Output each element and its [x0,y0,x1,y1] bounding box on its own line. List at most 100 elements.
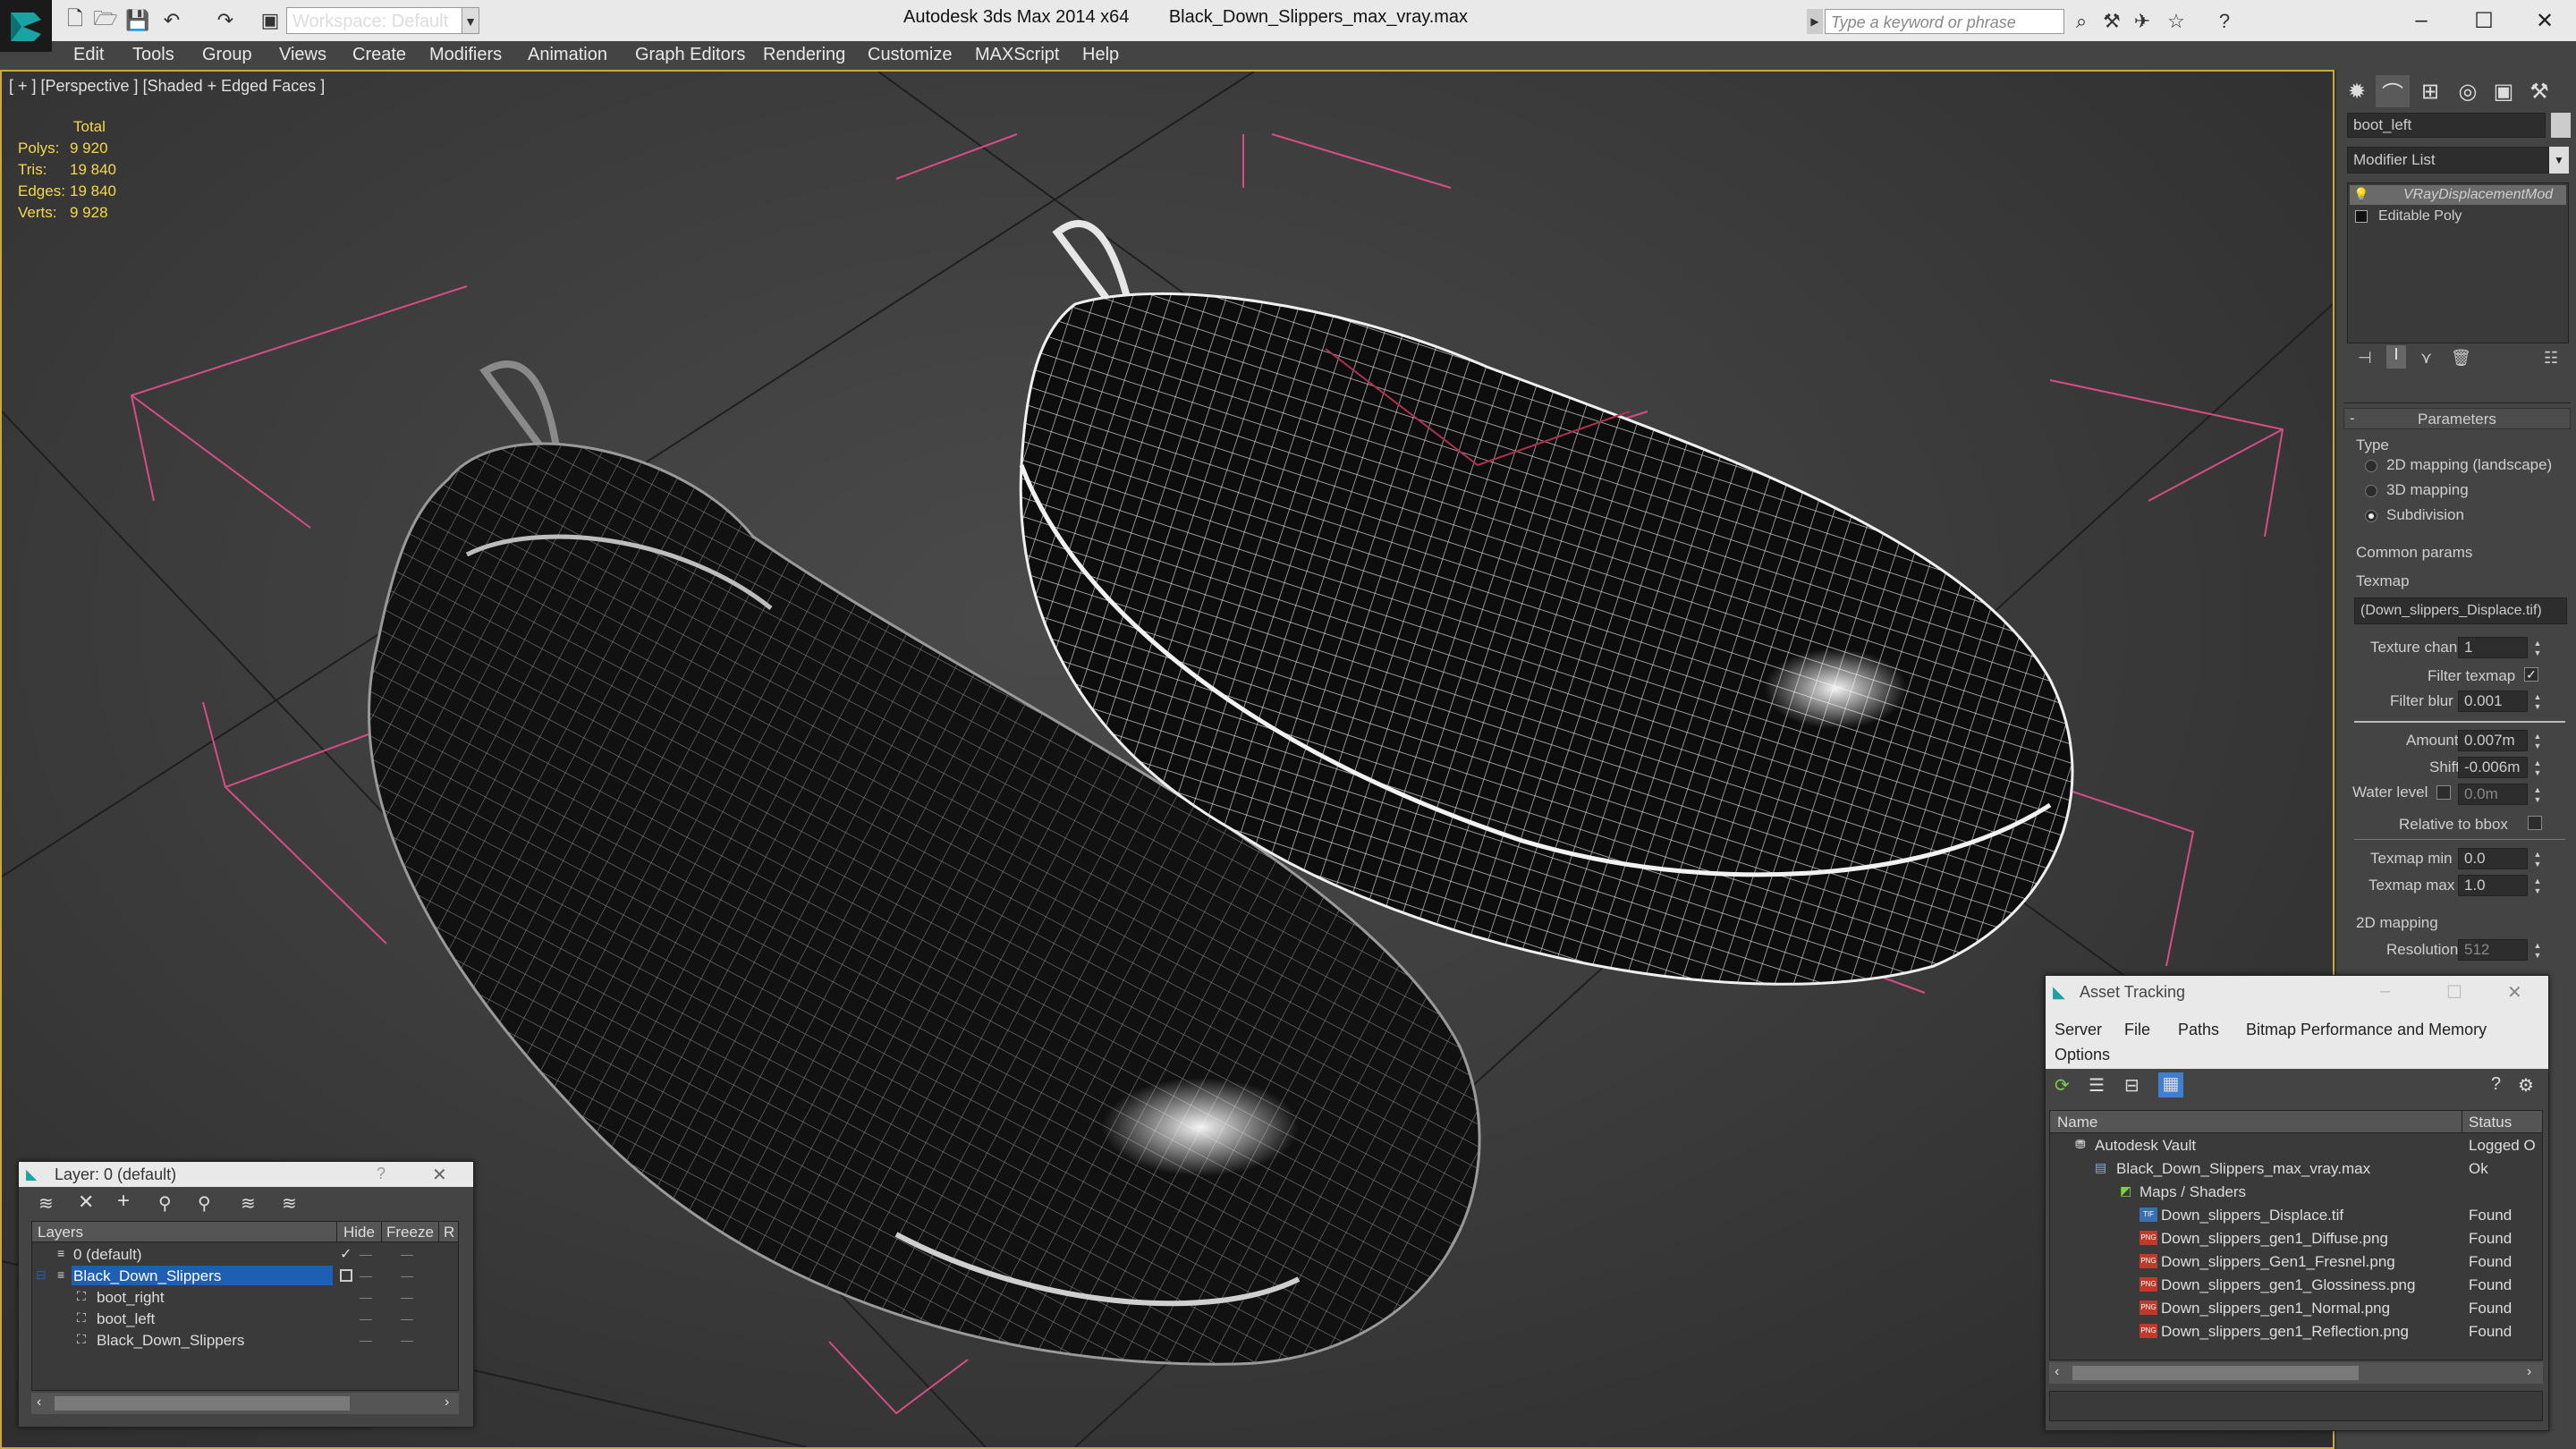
hide-toggle-icon[interactable]: — [360,1290,372,1304]
hide-toggle-icon[interactable]: — [360,1268,372,1283]
menu-views[interactable]: Views [279,45,326,65]
utilities-tab-icon[interactable]: ⚒ [2522,75,2556,107]
radio-2d-mapping[interactable] [2365,460,2377,472]
select-objects-icon[interactable]: ⚲ [158,1192,172,1215]
stack-item-editable-poly[interactable]: Editable Poly [2350,207,2566,226]
list-view-icon[interactable]: ☰ [2089,1074,2105,1097]
set-current-box-icon[interactable] [340,1269,352,1282]
save-file-icon[interactable]: 💾 [125,9,150,32]
menu-help[interactable]: Help [1082,45,1119,65]
layer-close-icon[interactable]: ✕ [432,1164,447,1186]
scrollbar-thumb[interactable] [2072,1366,2359,1380]
menu-rendering[interactable]: Rendering [763,45,845,65]
asset-minimize-icon[interactable]: – [2380,981,2390,1002]
menu-graph-editors[interactable]: Graph Editors [635,45,745,65]
subscription-icon[interactable]: ⚒ [2098,9,2125,34]
asset-help-icon[interactable]: ? [2491,1074,2501,1095]
modifier-list-dropdown[interactable]: Modifier List [2347,147,2549,174]
parameters-rollout-header[interactable]: - Parameters [2343,408,2571,429]
object-color-swatch[interactable] [2551,113,2571,138]
layer-window-titlebar[interactable]: ◣ Layer: 0 (default) ? ✕ [19,1162,473,1187]
create-tab-icon[interactable]: ✹ [2340,75,2374,107]
configure-modifier-sets-icon[interactable]: ☷ [2544,349,2558,368]
asset-row[interactable]: TIF Down_slippers_Displace.tif Found [2050,1204,2542,1225]
asset-row[interactable]: PNG Down_slippers_Gen1_Fresnel.png Found [2050,1250,2542,1272]
menu-group[interactable]: Group [202,45,252,65]
asset-row[interactable]: PNG Down_slippers_gen1_Diffuse.png Found [2050,1227,2542,1249]
grid-view-icon[interactable]: ▦ [2158,1072,2183,1097]
table-view-icon[interactable]: ⊟ [2124,1074,2140,1097]
scroll-left-icon[interactable]: ‹ [2055,1364,2059,1380]
shift-input[interactable]: -0.006m [2458,757,2528,778]
maximize-icon[interactable]: ☐ [2454,4,2513,38]
layer-help-icon[interactable]: ? [377,1165,386,1183]
menu-create[interactable]: Create [352,45,406,65]
freeze-toggle-icon[interactable]: — [401,1311,413,1326]
hide-all-layers-icon[interactable]: ≋ [241,1192,256,1215]
menu-edit[interactable]: Edit [73,45,104,65]
radio-3d-mapping[interactable] [2365,485,2377,497]
layer-row[interactable]: ⛶ boot_left — — [32,1308,458,1329]
add-to-layer-icon[interactable]: + [117,1189,130,1214]
texmap-max-input[interactable]: 1.0 [2458,875,2528,896]
asset-row-max-file[interactable]: ▤ Black_Down_Slippers_max_vray.max Ok [2050,1157,2542,1179]
menu-modifiers[interactable]: Modifiers [429,45,502,65]
freeze-toggle-icon[interactable]: — [401,1290,413,1304]
workspace-dropdown-arrow-icon[interactable]: ▼ [462,7,479,34]
binoculars-icon[interactable]: ⌕ [2068,9,2095,34]
asset-menu-server[interactable]: Server [2055,1021,2102,1039]
asset-menu-bitmap-performance[interactable]: Bitmap Performance and Memory [2246,1021,2487,1039]
workspace-dropdown[interactable]: Workspace: Default [286,7,479,34]
shift-spinner-icon[interactable]: ▲ ▼ [2531,758,2544,778]
app-logo-button[interactable] [0,0,52,52]
scroll-right-icon[interactable]: › [445,1394,449,1411]
modify-tab-icon[interactable]: ⌒ [2376,75,2410,107]
search-expand-icon[interactable]: ▶ [1807,9,1823,34]
modifier-list-arrow-icon[interactable]: ▼ [2549,147,2569,174]
asset-horizontal-scrollbar[interactable]: ‹ › [2049,1362,2543,1384]
minimize-icon[interactable]: – [2392,4,2451,38]
radio-subdivision[interactable] [2365,510,2377,522]
search-input[interactable]: Type a keyword or phrase [1825,9,2064,34]
texmap-min-input[interactable]: 0.0 [2458,848,2528,869]
asset-row[interactable]: PNG Down_slippers_gen1_Reflection.png Fo… [2050,1320,2542,1342]
show-end-result-icon[interactable]: I [2386,345,2406,369]
highlight-layer-icon[interactable]: ⚲ [198,1192,211,1215]
hide-toggle-icon[interactable]: — [360,1311,372,1326]
motion-tab-icon[interactable]: ◎ [2451,75,2485,107]
hide-toggle-icon[interactable]: — [360,1333,372,1347]
asset-row[interactable]: PNG Down_slippers_gen1_Glossiness.png Fo… [2050,1274,2542,1295]
freeze-all-layers-icon[interactable]: ≋ [282,1192,297,1215]
asset-maximize-icon[interactable]: ☐ [2446,981,2462,1004]
relative-to-bbox-checkbox[interactable] [2528,816,2542,830]
current-layer-check-icon[interactable]: ✓ [340,1245,352,1263]
asset-menu-options[interactable]: Options [2055,1046,2110,1064]
hide-toggle-icon[interactable]: — [360,1247,372,1261]
scroll-left-icon[interactable]: ‹ [37,1394,41,1411]
freeze-toggle-icon[interactable]: — [401,1247,413,1261]
amount-spinner-icon[interactable]: ▲ ▼ [2531,732,2544,751]
expand-minus-icon[interactable]: ⊟ [36,1267,47,1283]
display-tab-icon[interactable]: ▣ [2487,75,2521,107]
water-level-input[interactable]: 0.0m [2458,784,2528,805]
texmap-max-spinner-icon[interactable]: ▲ ▼ [2531,877,2544,896]
refresh-icon[interactable]: ⟳ [2055,1074,2070,1097]
remove-modifier-icon[interactable]: 🗑 [2451,349,2471,368]
hierarchy-tab-icon[interactable]: ⊞ [2413,75,2447,107]
layer-row[interactable]: ⛶ Black_Down_Slippers — — [32,1329,458,1351]
delete-layer-icon[interactable]: ✕ [78,1191,94,1214]
filter-blur-spinner-icon[interactable]: ▲ ▼ [2531,692,2544,712]
scroll-right-icon[interactable]: › [2527,1364,2531,1380]
scrollbar-thumb[interactable] [55,1396,350,1411]
filter-texmap-checkbox[interactable]: ✓ [2524,667,2538,682]
water-level-checkbox[interactable] [2436,785,2451,800]
menu-animation[interactable]: Animation [528,45,607,65]
layer-row[interactable]: ≡ 0 (default) ✓ — — [32,1243,458,1265]
make-unique-icon[interactable]: ⋎ [2420,349,2432,368]
asset-path-field[interactable] [2049,1391,2543,1421]
new-file-icon[interactable]: 🗋 [63,7,88,32]
texture-chan-input[interactable]: 1 [2458,637,2528,658]
new-layer-icon[interactable]: ≋ [38,1192,54,1215]
layer-row[interactable]: ⛶ boot_right — — [32,1286,458,1308]
menu-tools[interactable]: Tools [132,45,174,65]
